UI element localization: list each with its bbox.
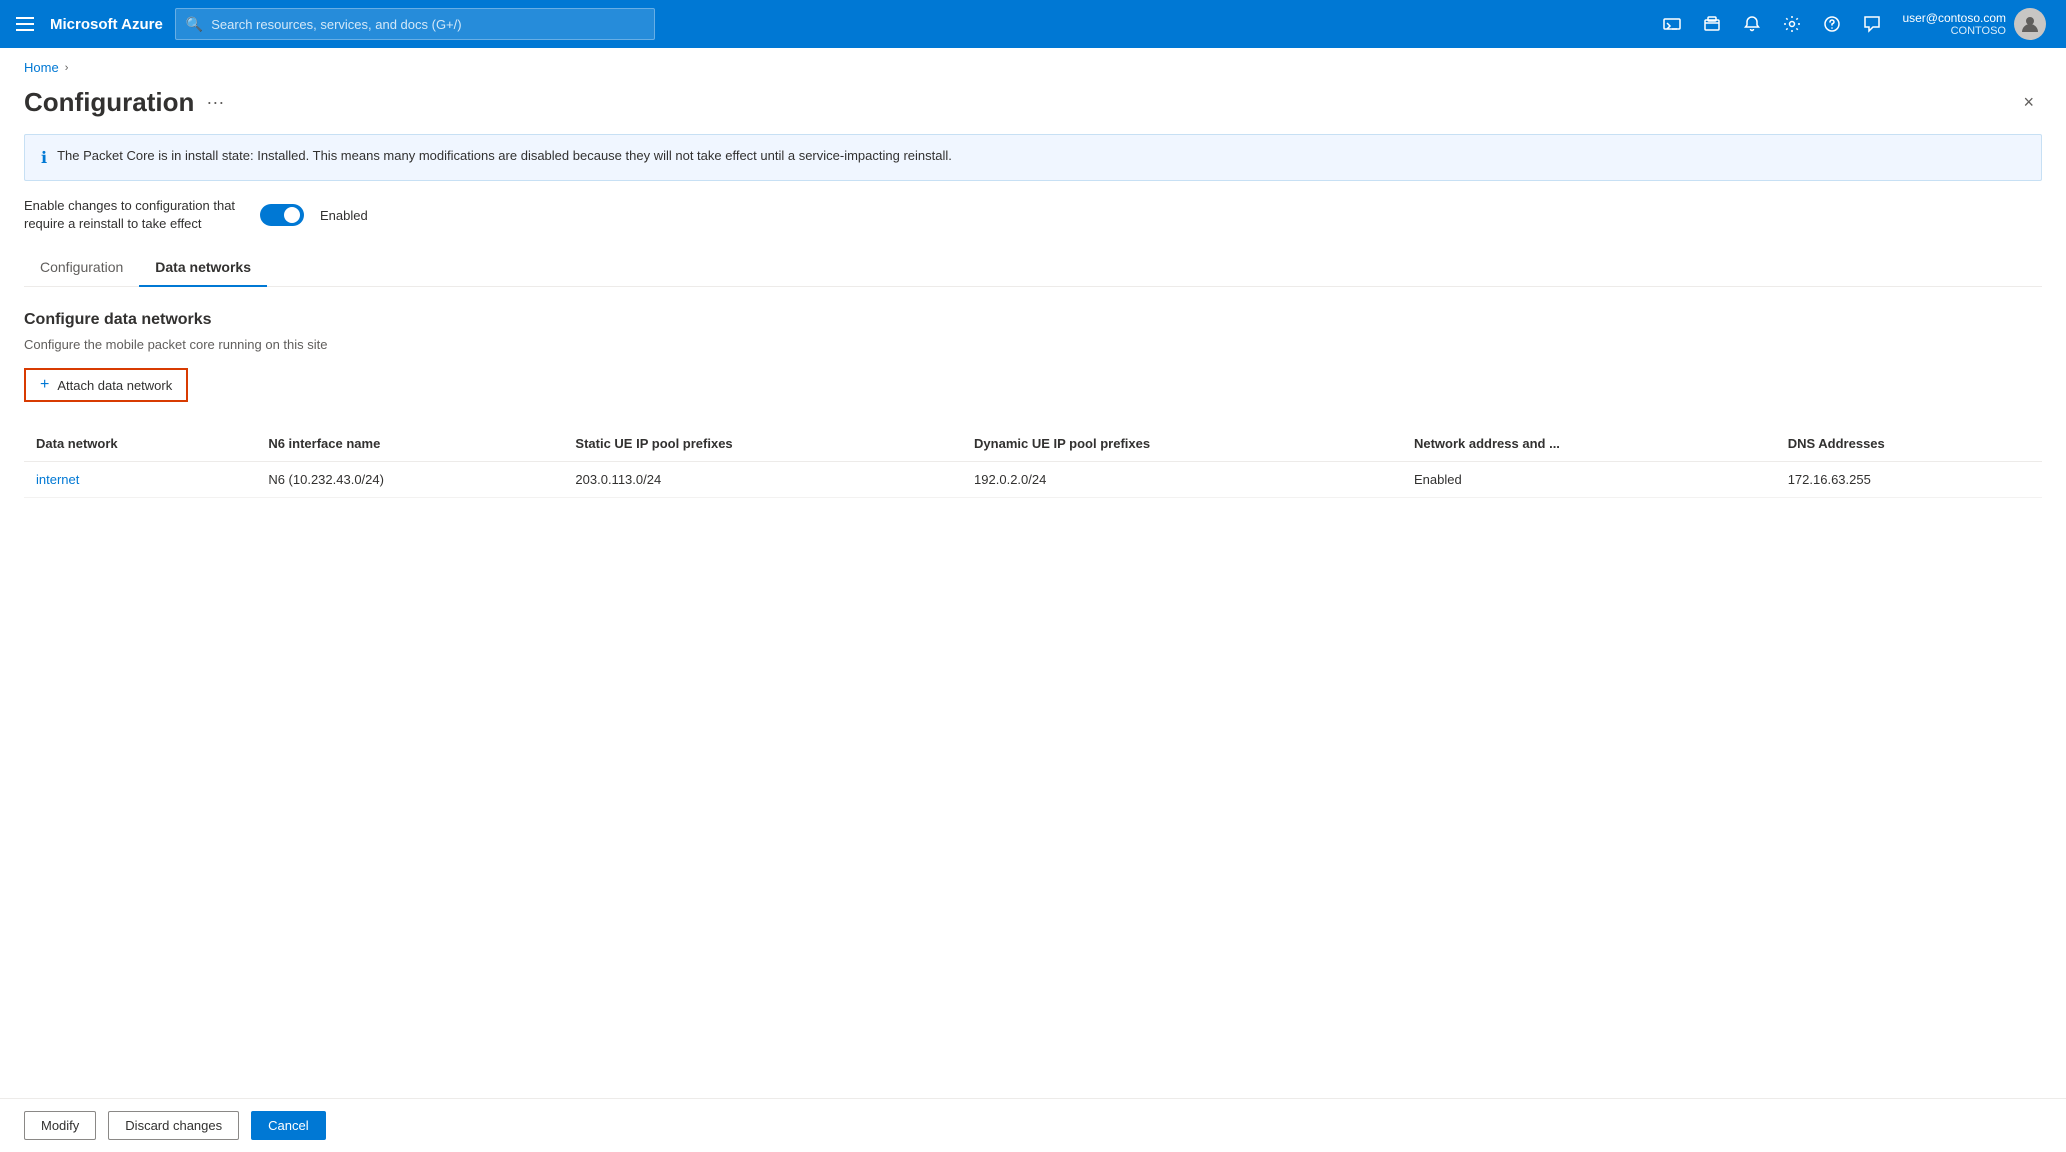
cancel-button[interactable]: Cancel	[251, 1111, 325, 1140]
user-email: user@contoso.com	[1902, 11, 2006, 25]
tab-data-networks[interactable]: Data networks	[139, 249, 267, 287]
cell-dns-addresses: 172.16.63.255	[1776, 462, 2042, 498]
section-title: Configure data networks	[24, 311, 2042, 329]
feedback-icon[interactable]	[1854, 6, 1890, 42]
breadcrumb-home[interactable]: Home	[24, 60, 59, 75]
modify-button[interactable]: Modify	[24, 1111, 96, 1140]
directory-icon[interactable]	[1694, 6, 1730, 42]
page-more-options[interactable]: ···	[206, 92, 224, 113]
search-bar[interactable]: 🔍	[175, 8, 655, 40]
breadcrumb-separator: ›	[65, 62, 69, 74]
info-banner-text: The Packet Core is in install state: Ins…	[57, 147, 952, 165]
table-body: internet N6 (10.232.43.0/24) 203.0.113.0…	[24, 462, 2042, 498]
table-header: Data network N6 interface name Static UE…	[24, 426, 2042, 462]
cell-n6-interface: N6 (10.232.43.0/24)	[256, 462, 563, 498]
toggle-state-label: Enabled	[320, 208, 368, 223]
hamburger-menu[interactable]	[12, 13, 38, 35]
page-title: Configuration	[24, 87, 194, 118]
search-icon: 🔍	[186, 16, 203, 33]
data-networks-table: Data network N6 interface name Static UE…	[24, 426, 2042, 498]
info-icon: ℹ	[41, 148, 47, 168]
user-avatar	[2014, 8, 2046, 40]
cell-data-network[interactable]: internet	[24, 462, 256, 498]
toggle-row: Enable changes to configuration that req…	[24, 197, 2042, 233]
attach-btn-label: Attach data network	[57, 378, 172, 393]
discard-changes-button[interactable]: Discard changes	[108, 1111, 239, 1140]
cell-network-address: Enabled	[1402, 462, 1776, 498]
section-description: Configure the mobile packet core running…	[24, 337, 2042, 352]
footer: Modify Discard changes Cancel	[0, 1098, 2066, 1152]
tabs: Configuration Data networks	[24, 249, 2042, 287]
azure-logo: Microsoft Azure	[50, 16, 163, 33]
cell-static-ue-pool: 203.0.113.0/24	[563, 462, 962, 498]
col-n6-interface: N6 interface name	[256, 426, 563, 462]
page-header: Configuration ··· ×	[0, 79, 2066, 134]
col-data-network: Data network	[24, 426, 256, 462]
cell-dynamic-ue-pool: 192.0.2.0/24	[962, 462, 1402, 498]
enable-changes-toggle[interactable]	[260, 204, 304, 226]
info-banner: ℹ The Packet Core is in install state: I…	[24, 134, 2042, 181]
nav-icons: user@contoso.com CONTOSO	[1654, 6, 2054, 42]
user-menu[interactable]: user@contoso.com CONTOSO	[1894, 8, 2054, 40]
search-input[interactable]	[211, 17, 644, 32]
toggle-label: Enable changes to configuration that req…	[24, 197, 244, 233]
user-org: CONTOSO	[1902, 25, 2006, 37]
top-navigation: Microsoft Azure 🔍 user@contoso.com CONTO…	[0, 0, 2066, 48]
help-icon[interactable]	[1814, 6, 1850, 42]
attach-data-network-button[interactable]: + Attach data network	[24, 368, 188, 402]
tab-configuration[interactable]: Configuration	[24, 249, 139, 287]
cloud-shell-icon[interactable]	[1654, 6, 1690, 42]
col-static-ue-pool: Static UE IP pool prefixes	[563, 426, 962, 462]
settings-icon[interactable]	[1774, 6, 1810, 42]
internet-link[interactable]: internet	[36, 472, 79, 487]
plus-icon: +	[40, 376, 49, 394]
notifications-icon[interactable]	[1734, 6, 1770, 42]
col-network-address: Network address and ...	[1402, 426, 1776, 462]
data-networks-section: Configure data networks Configure the mo…	[24, 311, 2042, 498]
breadcrumb: Home ›	[0, 48, 2066, 79]
close-button[interactable]: ×	[2015, 88, 2042, 117]
table-row: internet N6 (10.232.43.0/24) 203.0.113.0…	[24, 462, 2042, 498]
col-dns-addresses: DNS Addresses	[1776, 426, 2042, 462]
col-dynamic-ue-pool: Dynamic UE IP pool prefixes	[962, 426, 1402, 462]
